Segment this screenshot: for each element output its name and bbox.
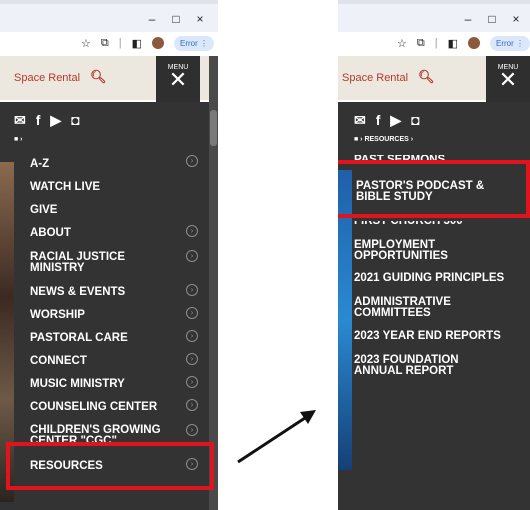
chevron-right-icon[interactable]: ›	[186, 307, 198, 319]
close-icon: ✕	[168, 67, 188, 92]
chevron-right-icon[interactable]: ›	[186, 376, 198, 388]
chevron-right-icon[interactable]: ›	[186, 353, 198, 365]
menu-close-button[interactable]: MENU ✕	[156, 56, 200, 102]
menu-item-news-events[interactable]: NEWS & EVENTS	[30, 286, 125, 298]
search-icon[interactable]: 🔍︎	[90, 69, 107, 85]
chevron-right-icon[interactable]: ›	[186, 155, 198, 167]
breadcrumb[interactable]: ■ ›	[14, 136, 23, 143]
window-controls: – □ ×	[140, 12, 212, 26]
tab-strip	[338, 0, 530, 4]
menu-item-counseling-center[interactable]: COUNSELING CENTER	[30, 401, 157, 413]
scrollbar-thumb[interactable]	[210, 110, 217, 146]
chevron-right-icon[interactable]: ›	[186, 330, 198, 342]
maximize-button[interactable]: □	[164, 12, 188, 26]
profile-avatar[interactable]	[151, 37, 164, 49]
right-screenshot: – □ × ☆ ⧉ | ◧ Error ⋮ Space Rental 🔍︎ MENU…	[338, 0, 530, 510]
menu-item-pastoral-care[interactable]: PASTORAL CARE	[30, 332, 128, 344]
chevron-right-icon[interactable]: ›	[186, 284, 198, 296]
podcast-highlight-box	[338, 160, 530, 218]
resources-highlight-box	[6, 442, 214, 490]
window-controls: – □ ×	[456, 12, 528, 26]
error-label: Error	[179, 38, 198, 48]
menu-item-2023-year-end-reports[interactable]: 2023 YEAR END REPORTS	[354, 330, 501, 342]
instagram-icon[interactable]: ◘	[71, 112, 79, 129]
error-label: Error	[495, 38, 514, 48]
menu-item-2023-foundation-annual-report[interactable]: 2023 FOUNDATION ANNUAL REPORT	[354, 354, 494, 377]
facebook-icon[interactable]: f	[36, 112, 41, 129]
menu-item-racial-justice[interactable]: RACIAL JUSTICE MINISTRY	[30, 251, 150, 274]
minimize-button[interactable]: –	[140, 12, 164, 26]
extensions-icon[interactable]: ⧉	[101, 37, 109, 50]
menu-item-worship[interactable]: WORSHIP	[30, 309, 85, 321]
error-button[interactable]: Error ⋮	[489, 35, 530, 51]
close-window-button[interactable]: ×	[504, 12, 528, 26]
menu-close-button[interactable]: MENU ✕	[486, 56, 530, 102]
maximize-button[interactable]: □	[480, 12, 504, 26]
social-icons: ✉ f ▶ ◘	[14, 112, 80, 129]
error-button[interactable]: Error ⋮	[173, 35, 214, 51]
minimize-button[interactable]: –	[456, 12, 480, 26]
bookmark-star-icon[interactable]: ☆	[397, 37, 407, 50]
left-screenshot: – □ × ☆ ⧉ | ◧ Error ⋮ Space Rental 🔍︎ MENU…	[0, 0, 218, 510]
chevron-right-icon[interactable]: ›	[186, 225, 198, 237]
email-icon[interactable]: ✉	[14, 112, 26, 129]
menu-item-2021-guiding-principles[interactable]: 2021 GUIDING PRINCIPLES	[354, 272, 504, 284]
social-icons: ✉ f ▶ ◘	[354, 112, 420, 129]
tab-strip	[0, 0, 218, 4]
menu-item-connect[interactable]: CONNECT	[30, 355, 87, 367]
menu-item-administrative-committees[interactable]: ADMINISTRATIVE COMMITTEES	[354, 296, 494, 319]
chevron-right-icon[interactable]: ›	[186, 424, 198, 436]
side-panel-icon[interactable]: ◧	[132, 37, 142, 50]
bookmark-star-icon[interactable]: ☆	[81, 37, 91, 50]
menu-item-music-ministry[interactable]: MUSIC MINISTRY	[30, 378, 125, 390]
facebook-icon[interactable]: f	[376, 112, 381, 129]
breadcrumb[interactable]: ■ › RESOURCES ›	[354, 136, 413, 143]
toolbar-icons: ☆ ⧉ | ◧ Error ⋮	[81, 34, 214, 52]
youtube-icon[interactable]: ▶	[50, 112, 61, 129]
youtube-icon[interactable]: ▶	[390, 112, 401, 129]
chevron-right-icon[interactable]: ›	[186, 399, 198, 411]
profile-avatar[interactable]	[467, 37, 480, 49]
menu-item-employment-opportunities[interactable]: EMPLOYMENT OPPORTUNITIES	[354, 239, 494, 262]
menu-item-give[interactable]: GIVE	[30, 204, 57, 216]
chevron-right-icon[interactable]: ›	[186, 250, 198, 262]
extensions-icon[interactable]: ⧉	[417, 37, 425, 50]
search-icon[interactable]: 🔍︎	[418, 69, 435, 85]
close-window-button[interactable]: ×	[188, 12, 212, 26]
toolbar-icons: ☆ ⧉ | ◧ Error ⋮	[397, 34, 530, 52]
arrow-icon	[237, 410, 316, 464]
menu-item-about[interactable]: ABOUT	[30, 227, 71, 239]
space-rental-link[interactable]: Space Rental	[14, 72, 80, 84]
instagram-icon[interactable]: ◘	[411, 112, 419, 129]
menu-item-a-z[interactable]: A-Z	[30, 158, 49, 170]
side-panel-icon[interactable]: ◧	[448, 37, 458, 50]
menu-item-watch-live[interactable]: WATCH LIVE	[30, 181, 100, 193]
space-rental-link[interactable]: Space Rental	[342, 72, 408, 84]
close-icon: ✕	[498, 67, 518, 92]
email-icon[interactable]: ✉	[354, 112, 366, 129]
